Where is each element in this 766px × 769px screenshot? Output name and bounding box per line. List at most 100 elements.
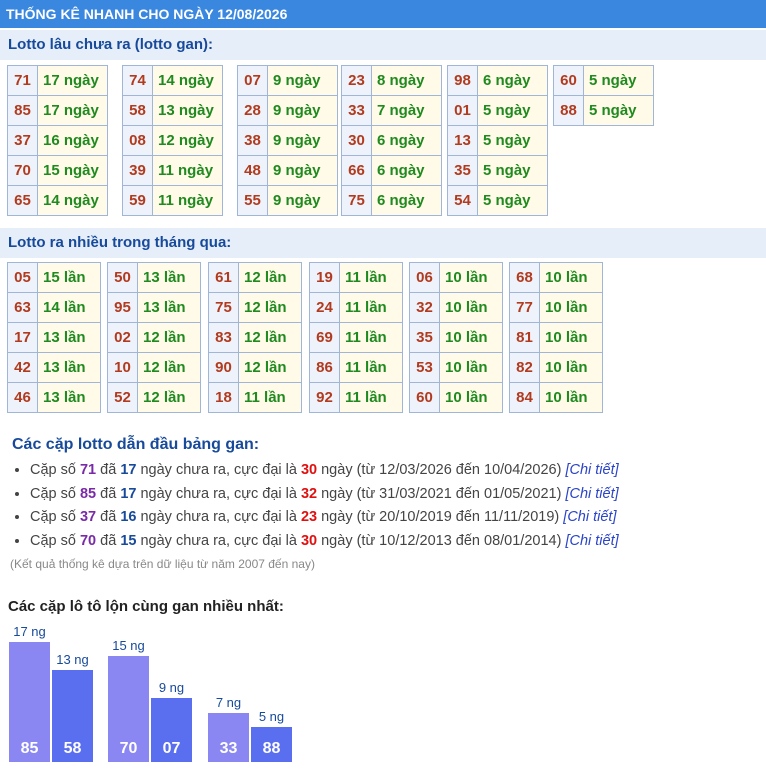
bar-heading: Các cặp lô tô lộn cùng gan nhiều nhất: [8, 598, 284, 615]
table-row: 35 10 lần [409, 322, 503, 353]
table-row: 75 6 ngày [341, 185, 442, 216]
table-row: 01 5 ngày [447, 95, 548, 126]
table-row: 82 10 lần [509, 352, 603, 383]
pair-days: 17 [120, 485, 137, 502]
detail-link[interactable]: [Chi tiết] [563, 509, 616, 525]
table-row: 74 14 ngày [122, 65, 223, 96]
lotto-number: 83 [208, 322, 239, 353]
lotto-count: 13 lần [37, 382, 101, 413]
bar-value: 13 ng [56, 652, 89, 667]
table-row: 07 9 ngày [237, 65, 338, 96]
lotto-number: 30 [341, 125, 372, 156]
lotto-count: 13 lần [37, 352, 101, 383]
bar-value: 9 ng [158, 680, 185, 695]
table-row: 90 12 lần [208, 352, 302, 383]
table-row: 48 9 ngày [237, 155, 338, 186]
lotto-count: 15 ngày [37, 155, 108, 186]
pair-item: Cặp số 71 đã 17 ngày chưa ra, cực đại là… [30, 459, 619, 483]
lotto-number: 95 [107, 292, 138, 323]
table-row: 63 14 lần [7, 292, 101, 323]
lotto-number: 69 [309, 322, 340, 353]
table-row: 13 5 ngày [447, 125, 548, 156]
lotto-count: 10 lần [539, 382, 603, 413]
lotto-count: 5 ngày [477, 155, 548, 186]
lotto-number: 55 [237, 185, 268, 216]
lotto-number: 84 [509, 382, 540, 413]
pair-max: 30 [300, 533, 318, 550]
pair-text: Cặp số [30, 485, 80, 502]
lotto-number: 06 [409, 262, 440, 293]
lotto-number: 71 [7, 65, 38, 96]
lotto-number: 35 [447, 155, 478, 186]
table-row: 60 5 ngày [553, 65, 654, 96]
lotto-count: 5 ngày [477, 95, 548, 126]
lotto-count: 5 ngày [583, 95, 654, 126]
lotto-number: 53 [409, 352, 440, 383]
detail-link[interactable]: [Chi tiết] [565, 486, 618, 502]
table-row: 06 10 lần [409, 262, 503, 293]
pair-text: ngày chưa ra, cực đại là [136, 462, 301, 478]
nhieu-group: 61 12 lần 75 12 lần 83 12 lần 90 12 lần 18 11 lần [208, 262, 302, 413]
nhieu-group: 50 13 lần 95 13 lần 02 12 lần 10 12 lần 52 12 lần [107, 262, 201, 413]
detail-link[interactable]: [Chi tiết] [565, 462, 618, 478]
pair-number: 85 [79, 485, 97, 502]
pair-item: Cặp số 85 đã 17 ngày chưa ra, cực đại là… [30, 483, 619, 507]
bar-33: 33 [208, 713, 249, 762]
lotto-count: 11 ngày [152, 185, 223, 216]
table-row: 28 9 ngày [237, 95, 338, 126]
lotto-number: 63 [7, 292, 38, 323]
lotto-number: 85 [7, 95, 38, 126]
lotto-number: 13 [447, 125, 478, 156]
gan-group: 07 9 ngày 28 9 ngày 38 9 ngày 48 9 ngày 55 9 ngày [237, 65, 338, 216]
table-row: 02 12 lần [107, 322, 201, 353]
lotto-number: 24 [309, 292, 340, 323]
detail-link[interactable]: [Chi tiết] [565, 533, 618, 549]
lotto-count: 14 lần [37, 292, 101, 323]
pair-number: 70 [79, 533, 97, 550]
bar-label: 33 [219, 740, 238, 757]
lotto-count: 15 lần [37, 262, 101, 293]
pair-days: 15 [120, 533, 137, 550]
bar-label: 07 [162, 740, 181, 757]
lotto-number: 05 [7, 262, 38, 293]
table-row: 83 12 lần [208, 322, 302, 353]
lotto-count: 10 lần [539, 262, 603, 293]
lotto-number: 82 [509, 352, 540, 383]
lotto-number: 60 [409, 382, 440, 413]
pair-text: đã [96, 533, 121, 550]
pair-max: 30 [300, 462, 318, 478]
pair-text: đã [96, 485, 121, 502]
lotto-number: 18 [208, 382, 239, 413]
lotto-number: 01 [447, 95, 478, 126]
pair-max: 32 [300, 485, 318, 502]
lotto-count: 13 ngày [152, 95, 223, 126]
table-row: 53 10 lần [409, 352, 503, 383]
table-row: 71 17 ngày [7, 65, 108, 96]
bar-88: 88 [251, 727, 292, 762]
lotto-number: 66 [341, 155, 372, 186]
pair-text: đã [96, 509, 121, 526]
lotto-count: 11 lần [339, 352, 403, 383]
table-row: 42 13 lần [7, 352, 101, 383]
lotto-count: 11 lần [339, 262, 403, 293]
pair-range: ngày (từ 12/03/2026 đến 10/04/2026) [317, 462, 566, 478]
pairs-heading: Các cặp lotto dẫn đầu bảng gan: [12, 436, 260, 453]
table-row: 08 12 ngày [122, 125, 223, 156]
nhieu-group: 68 10 lần 77 10 lần 81 10 lần 82 10 lần 84 10 lần [509, 262, 603, 413]
lotto-count: 12 lần [238, 292, 302, 323]
pair-days: 17 [120, 462, 137, 478]
bar-value: 15 ng [112, 638, 145, 653]
table-row: 54 5 ngày [447, 185, 548, 216]
lotto-count: 6 ngày [477, 65, 548, 96]
lotto-number: 60 [553, 65, 584, 96]
lotto-count: 12 lần [238, 262, 302, 293]
lotto-number: 37 [7, 125, 38, 156]
nhieu-group: 06 10 lần 32 10 lần 35 10 lần 53 10 lần 60 10 lần [409, 262, 503, 413]
lotto-number: 92 [309, 382, 340, 413]
lotto-count: 10 lần [539, 292, 603, 323]
lotto-number: 35 [409, 322, 440, 353]
lotto-number: 07 [237, 65, 268, 96]
lotto-number: 48 [237, 155, 268, 186]
lotto-number: 75 [341, 185, 372, 216]
lotto-number: 98 [447, 65, 478, 96]
